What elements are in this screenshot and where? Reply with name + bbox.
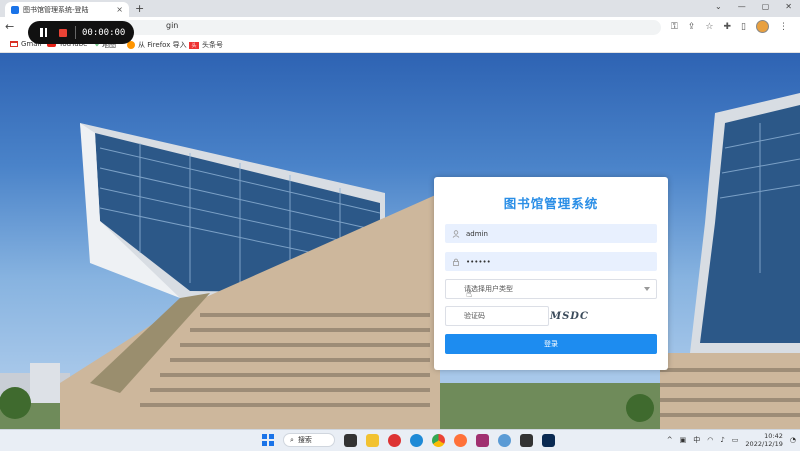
url-text: gin	[166, 21, 179, 30]
search-icon: ⌕	[290, 435, 294, 444]
chevron-up-icon[interactable]: ^	[667, 436, 673, 444]
screen-recorder-bar: 00:00:00	[28, 21, 134, 44]
login-panel: 图书馆管理系统 admin •••••• 请选择用户类型 验证码 MSDC 登录	[434, 177, 668, 370]
search-label: 搜索	[297, 436, 312, 444]
divider	[75, 26, 76, 39]
bookmark-toutiao[interactable]: 头 头条号	[189, 40, 223, 50]
chrome-icon[interactable]	[432, 433, 445, 447]
wifi-icon[interactable]: ◠	[707, 436, 713, 444]
library-building-photo	[0, 93, 800, 429]
battery-icon[interactable]: ▭	[732, 436, 739, 444]
extensions-icon[interactable]: ✚	[724, 22, 732, 32]
task-view-icon[interactable]	[344, 433, 357, 447]
user-type-select[interactable]: 请选择用户类型	[445, 279, 657, 299]
ime-indicator[interactable]: 中	[693, 435, 700, 445]
key-icon[interactable]: ⚿	[671, 22, 678, 32]
pause-icon[interactable]	[40, 28, 47, 37]
user-icon	[452, 229, 460, 238]
clock-time: 10:42	[764, 432, 783, 440]
close-tab-icon[interactable]: ×	[116, 5, 123, 14]
new-tab-button[interactable]: +	[135, 2, 144, 15]
system-tray: ^ ▣ 中 ◠ ♪ ▭ 10:42 2022/12/19 ◔	[667, 432, 796, 448]
address-bar[interactable]: gin	[56, 20, 661, 35]
maximize-icon[interactable]: ▢	[762, 2, 770, 11]
star-icon[interactable]: ☆	[705, 22, 713, 32]
password-field[interactable]: ••••••	[445, 252, 657, 271]
window-controls: ⌄ — ▢ ✕	[715, 2, 792, 11]
sidepanel-icon[interactable]: ▯	[741, 22, 746, 32]
app-icon[interactable]	[498, 433, 511, 447]
windows-start-icon[interactable]	[262, 434, 274, 446]
lock-icon	[452, 258, 460, 266]
login-button[interactable]: 登录	[445, 334, 657, 354]
mouse-cursor-icon: ☝	[466, 289, 473, 300]
firefox-icon[interactable]	[454, 433, 467, 447]
bookmark-label: 头条号	[202, 41, 223, 49]
taskbar: ⌕ 搜索 ^ ▣ 中 ◠ ♪ ▭ 10:42 2022/12/19 ◔	[0, 429, 800, 451]
gmail-icon	[10, 41, 18, 47]
file-explorer-icon[interactable]	[366, 433, 379, 447]
notification-icon[interactable]: ◔	[790, 436, 796, 444]
captcha-text: MSDC	[550, 310, 589, 322]
username-value: admin	[466, 229, 488, 238]
captcha-image[interactable]: MSDC	[550, 307, 610, 325]
taskbar-search[interactable]: ⌕ 搜索	[283, 433, 335, 447]
close-window-icon[interactable]: ✕	[785, 2, 792, 11]
clock[interactable]: 10:42 2022/12/19	[745, 432, 782, 448]
tab-title: 图书馆管理系统-登陆	[23, 5, 89, 14]
edge-icon[interactable]	[410, 433, 423, 447]
favicon-icon	[11, 5, 19, 14]
netease-music-icon[interactable]	[388, 433, 401, 447]
bookmark-firefox-import[interactable]: 从 Firefox 导入	[127, 40, 187, 50]
terminal-icon[interactable]	[520, 433, 533, 447]
volume-icon[interactable]: ♪	[720, 436, 724, 444]
taskbar-apps: ⌕ 搜索	[262, 433, 555, 447]
tab-strip: 图书馆管理系统-登陆 × + ⌄ — ▢ ✕	[0, 0, 800, 17]
share-icon[interactable]: ⇪	[688, 22, 696, 32]
login-button-label: 登录	[544, 340, 558, 348]
toolbar-icons: ⚿ ⇪ ☆ ✚ ▯ ⋮	[671, 20, 788, 33]
menu-icon[interactable]: ⋮	[779, 22, 788, 32]
intellij-icon[interactable]	[476, 433, 489, 447]
minimize-icon[interactable]: —	[738, 2, 746, 11]
chevron-down-icon	[644, 287, 650, 291]
back-arrow-icon[interactable]: ←	[5, 20, 14, 33]
clock-date: 2022/12/19	[745, 440, 783, 448]
photoshop-icon[interactable]	[542, 433, 555, 447]
toutiao-icon: 头	[189, 41, 199, 49]
username-field[interactable]: admin	[445, 224, 657, 243]
profile-avatar[interactable]	[756, 20, 769, 33]
password-value: ••••••	[466, 257, 491, 266]
tab-search-icon[interactable]: ⌄	[715, 2, 722, 11]
login-title: 图书馆管理系统	[503, 196, 599, 211]
active-tab[interactable]: 图书馆管理系统-登陆 ×	[5, 2, 129, 17]
page-background	[0, 53, 800, 429]
bookmark-label: 从 Firefox 导入	[138, 41, 187, 49]
tray-app-icon[interactable]: ▣	[680, 436, 687, 444]
captcha-input[interactable]: 验证码	[445, 306, 549, 326]
recording-timer: 00:00:00	[82, 27, 126, 38]
captcha-placeholder: 验证码	[464, 312, 485, 320]
stop-icon[interactable]	[59, 28, 67, 37]
